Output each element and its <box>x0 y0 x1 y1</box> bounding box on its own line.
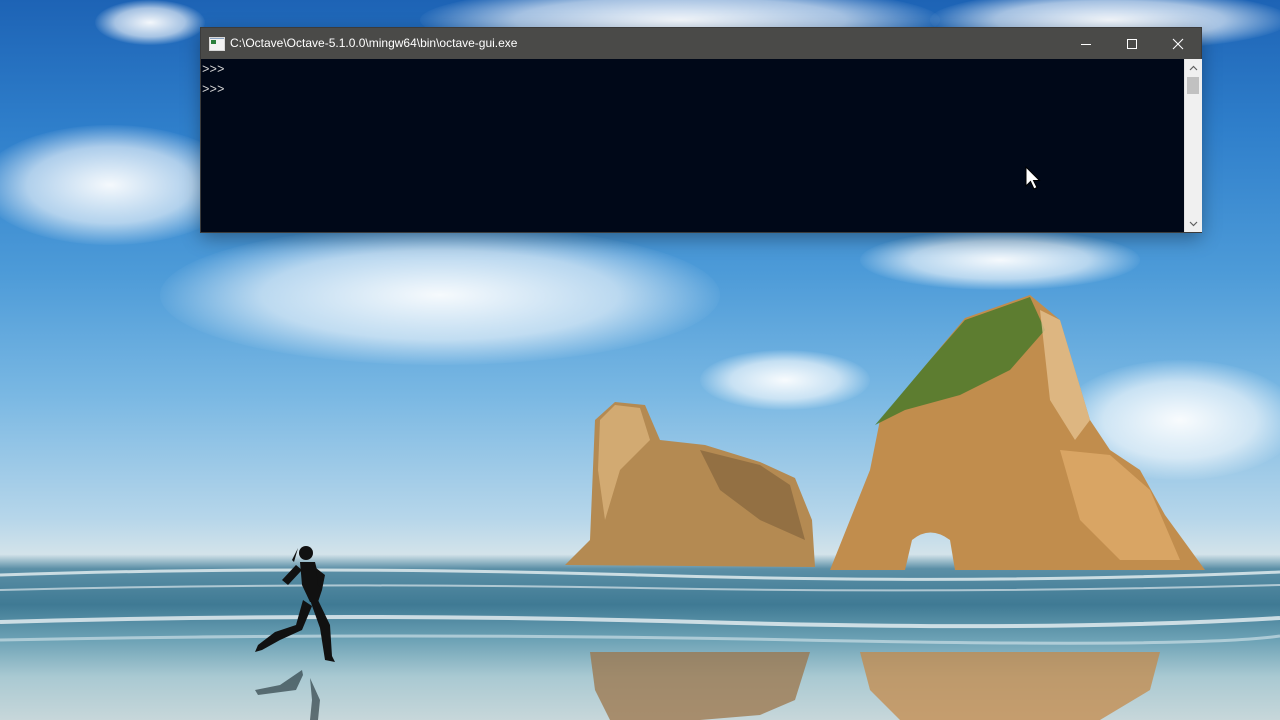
scrollbar-thumb[interactable] <box>1187 77 1199 94</box>
console-window[interactable]: C:\Octave\Octave-5.1.0.0\mingw64\bin\oct… <box>201 28 1202 232</box>
scroll-down-button[interactable] <box>1185 215 1202 232</box>
title-bar[interactable]: C:\Octave\Octave-5.1.0.0\mingw64\bin\oct… <box>201 28 1201 59</box>
maximize-button[interactable] <box>1109 28 1155 59</box>
console-output[interactable]: >>> >>> <box>201 59 1184 232</box>
console-prompt-line: >>> <box>202 83 225 97</box>
scroll-up-button[interactable] <box>1185 59 1202 76</box>
close-icon <box>1172 38 1184 49</box>
window-title: C:\Octave\Octave-5.1.0.0\mingw64\bin\oct… <box>230 36 518 50</box>
chevron-up-icon <box>1189 65 1198 70</box>
minimize-icon <box>1081 43 1091 45</box>
console-prompt-line: >>> <box>202 63 225 77</box>
chevron-down-icon <box>1189 221 1198 226</box>
mouse-pointer-icon <box>1025 166 1041 190</box>
minimize-button[interactable] <box>1063 28 1109 59</box>
maximize-icon <box>1127 38 1137 49</box>
console-app-icon[interactable] <box>209 37 225 51</box>
vertical-scrollbar[interactable] <box>1184 59 1202 232</box>
close-button[interactable] <box>1155 28 1201 59</box>
